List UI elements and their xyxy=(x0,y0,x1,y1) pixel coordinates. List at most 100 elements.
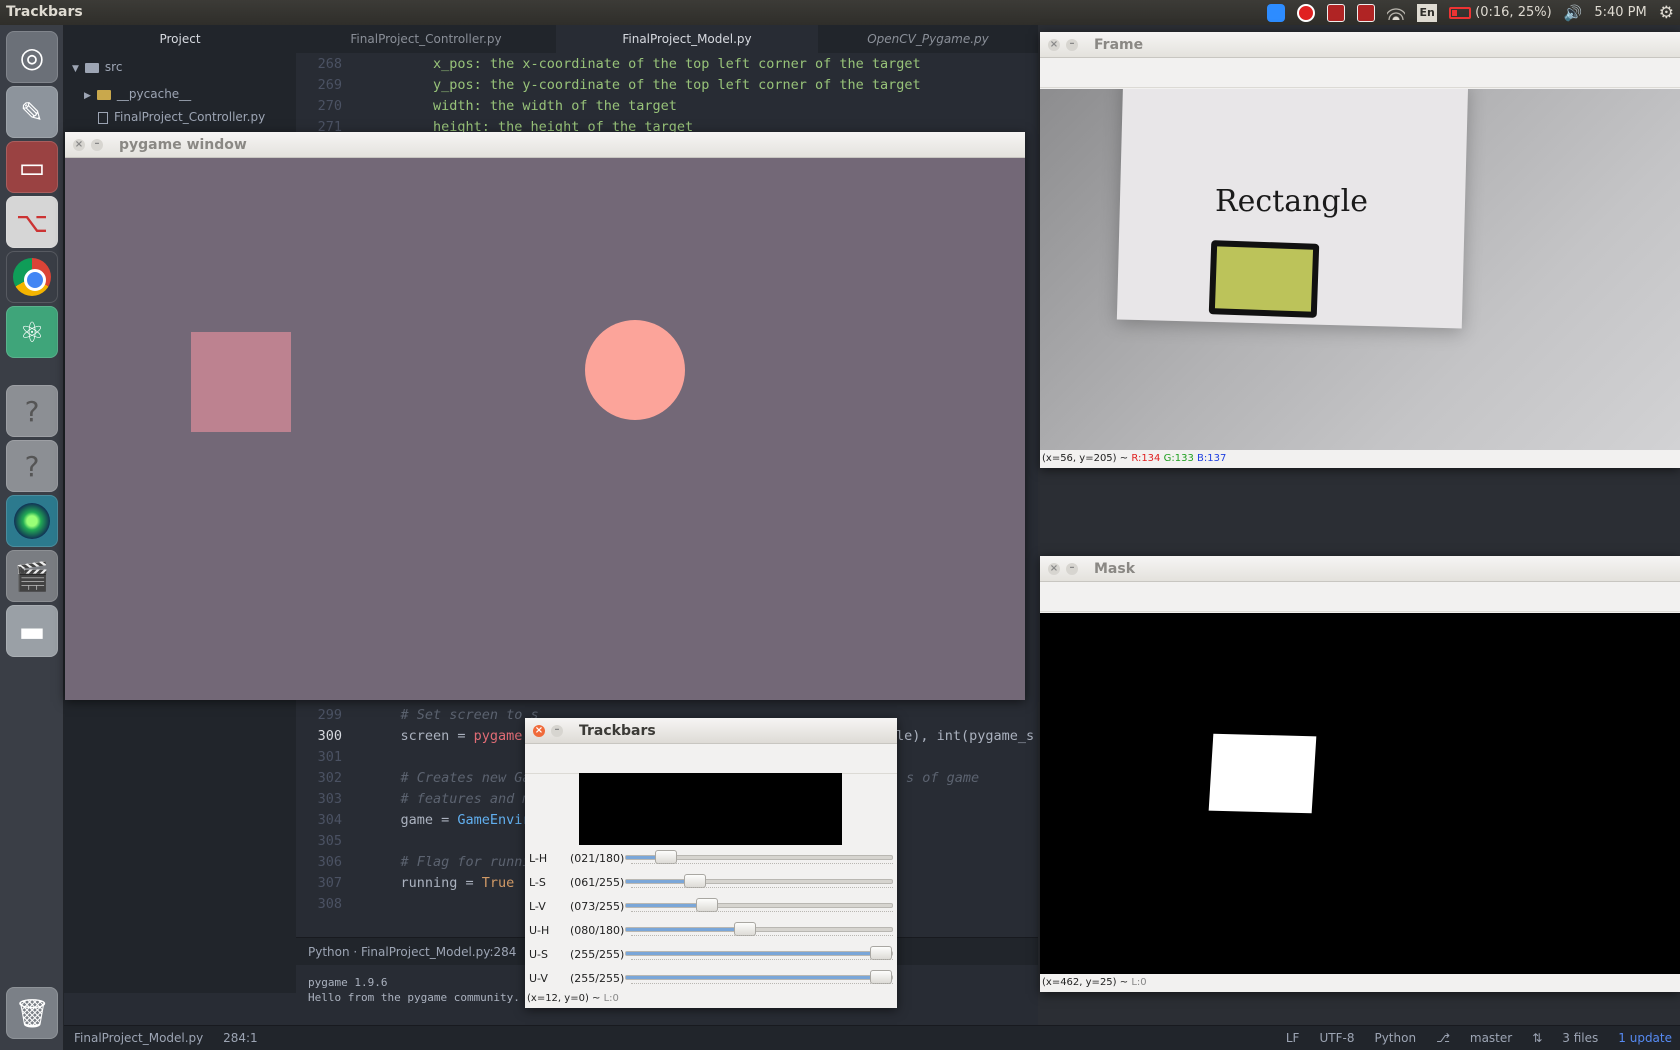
close-icon[interactable]: × xyxy=(533,725,545,737)
pixel-status: (x=56, y=205) ~ R:134 G:133 B:137 xyxy=(1040,450,1680,468)
line-number: 302 xyxy=(317,770,342,786)
trackbar-value: (255/255) xyxy=(570,948,625,961)
title-bar[interactable]: × – Trackbars xyxy=(525,718,897,744)
code-text: y_pos: the y-coordinate of the top left … xyxy=(368,77,921,93)
camera-app-icon[interactable] xyxy=(6,495,58,547)
volume-icon[interactable]: 🔊 xyxy=(1564,4,1583,22)
tab-model[interactable]: FinalProject_Model.py xyxy=(556,25,818,53)
slider-thumb[interactable] xyxy=(654,850,677,864)
minimize-icon[interactable]: – xyxy=(1066,563,1078,575)
trackbar-label: U-V xyxy=(529,972,548,985)
status-file-label[interactable]: Python · FinalProject_Model.py:284 xyxy=(308,945,516,959)
slider-ticks xyxy=(631,935,893,938)
screen-record-icon[interactable] xyxy=(1327,3,1346,22)
settings-icon[interactable]: ✎ xyxy=(6,86,58,138)
tree-folder-pycache[interactable]: ▶ __pycache__ xyxy=(84,83,191,105)
title-bar[interactable]: × – Mask xyxy=(1040,556,1680,582)
files-icon[interactable]: ▭ xyxy=(6,141,58,193)
minimize-icon[interactable]: – xyxy=(91,139,103,151)
wifi-icon[interactable] xyxy=(1387,5,1406,20)
changed-files[interactable]: 3 files xyxy=(1562,1026,1598,1050)
fetch-icon[interactable]: ⇅ xyxy=(1532,1026,1542,1050)
title-bar[interactable]: × – pygame window xyxy=(65,132,1025,158)
pygame-window: × – pygame window xyxy=(65,132,1025,700)
cursor-position[interactable]: 284:1 xyxy=(223,1031,258,1045)
tab-project[interactable]: Project xyxy=(64,25,296,53)
slider-fill xyxy=(626,880,687,883)
slider-ticks xyxy=(631,887,893,890)
ubuntu-icon[interactable]: ◎ xyxy=(6,31,58,83)
slider-fill xyxy=(626,904,699,907)
slider-thumb[interactable] xyxy=(695,898,718,912)
update-notice[interactable]: 1 update xyxy=(1618,1026,1672,1050)
pixel-blue: B:137 xyxy=(1197,453,1227,464)
slider-track[interactable] xyxy=(625,898,893,912)
mask-image[interactable] xyxy=(1040,613,1680,974)
toolbar xyxy=(1040,58,1680,88)
git-branch[interactable]: master xyxy=(1470,1026,1512,1050)
zoom-icon[interactable] xyxy=(1267,3,1286,22)
code-text: True xyxy=(481,875,515,891)
close-icon[interactable]: × xyxy=(1048,563,1060,575)
code-text: screen = xyxy=(368,728,474,744)
folder-icon xyxy=(84,62,99,73)
pixel-luma: L:0 xyxy=(603,993,619,1004)
trackbar-label: L-V xyxy=(529,900,546,913)
tab-opencv-pygame[interactable]: OpenCV_Pygame.py xyxy=(818,25,1038,53)
clock[interactable]: 5:40 PM xyxy=(1594,5,1646,20)
video-editor-icon[interactable]: 🎬 xyxy=(6,550,58,602)
gear-icon[interactable]: ⚙ xyxy=(1659,3,1674,23)
slider-track[interactable] xyxy=(625,922,893,936)
mask-window: × – Mask (x=462, y=25) ~ L:0 xyxy=(1040,556,1680,992)
grammar[interactable]: Python xyxy=(1374,1026,1416,1050)
atom-icon[interactable]: ⚛ xyxy=(6,306,58,358)
encoding[interactable]: UTF-8 xyxy=(1319,1026,1354,1050)
minimize-icon[interactable]: – xyxy=(551,725,563,737)
slider-track[interactable] xyxy=(625,874,893,888)
status-filename[interactable]: FinalProject_Model.py xyxy=(74,1031,203,1045)
camera-frame-image[interactable]: Rectangle xyxy=(1040,89,1680,450)
git-icon[interactable]: ⌥ xyxy=(6,196,58,248)
pygame-canvas[interactable] xyxy=(65,158,1025,700)
window-title: pygame window xyxy=(119,137,247,153)
line-ending[interactable]: LF xyxy=(1286,1026,1300,1050)
code-line[interactable]: 270 width: the width of the target xyxy=(296,98,1038,119)
code-line[interactable]: 268 x_pos: the x-coordinate of the top l… xyxy=(296,56,1038,77)
slider-ticks xyxy=(631,863,893,866)
battery-indicator[interactable]: (0:16, 25%) xyxy=(1449,5,1552,20)
screen-record-stop-icon[interactable] xyxy=(1357,3,1376,22)
title-bar[interactable]: × – Frame xyxy=(1040,32,1680,58)
drive-icon[interactable]: ▬ xyxy=(6,605,58,657)
unknown-app-icon[interactable]: ? xyxy=(6,385,58,437)
close-icon[interactable]: × xyxy=(73,139,85,151)
slider-thumb[interactable] xyxy=(870,970,892,984)
code-line[interactable]: 269 y_pos: the y-coordinate of the top l… xyxy=(296,77,1038,98)
slider-thumb[interactable] xyxy=(734,922,757,936)
slider-thumb[interactable] xyxy=(870,946,892,960)
game-circle xyxy=(585,320,685,420)
close-icon[interactable]: × xyxy=(1048,39,1060,51)
file-icon xyxy=(98,111,108,124)
unknown-app-icon[interactable]: ? xyxy=(6,440,58,492)
tree-file-controller[interactable]: FinalProject_Controller.py xyxy=(98,106,265,128)
slider-track[interactable] xyxy=(625,970,893,984)
minimize-icon[interactable]: – xyxy=(1066,39,1078,51)
window-title: Mask xyxy=(1094,561,1136,577)
tree-folder-src[interactable]: ▼ src xyxy=(72,56,122,78)
slider-track[interactable] xyxy=(625,946,893,960)
paper-text: Rectangle xyxy=(1215,184,1368,219)
trackbar-value: (021/180) xyxy=(570,852,625,865)
keyboard-layout-indicator[interactable]: En xyxy=(1417,3,1438,22)
line-number: 305 xyxy=(317,833,342,849)
record-icon[interactable] xyxy=(1297,3,1316,22)
tree-label: src xyxy=(104,60,123,74)
tab-controller[interactable]: FinalProject_Controller.py xyxy=(296,25,556,53)
code-comment: # Creates new Ga xyxy=(400,770,531,786)
tree-label: __pycache__ xyxy=(116,87,192,101)
code-text: width: the width of the target xyxy=(368,98,677,114)
slider-track[interactable] xyxy=(625,850,893,864)
chrome-icon[interactable] xyxy=(6,251,58,303)
trash-icon[interactable]: 🗑 xyxy=(6,987,58,1039)
slider-thumb[interactable] xyxy=(684,874,707,888)
indicator-area: En (0:16, 25%) 🔊 5:40 PM ⚙ xyxy=(1267,0,1674,25)
